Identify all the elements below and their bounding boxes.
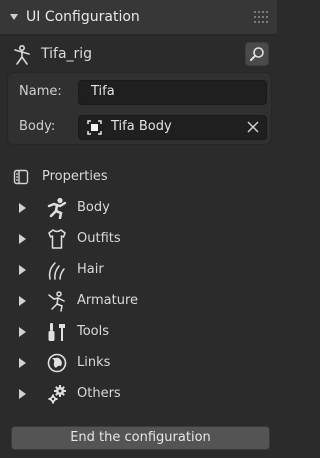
expand-arrow-icon[interactable] bbox=[18, 296, 26, 306]
hair-icon bbox=[48, 262, 65, 280]
object-icon bbox=[87, 120, 102, 135]
properties-label: Properties bbox=[42, 169, 108, 184]
section-links[interactable]: Links bbox=[0, 349, 277, 377]
expand-arrow-icon[interactable] bbox=[18, 389, 26, 399]
rig-name: Tifa_rig bbox=[41, 46, 93, 62]
section-label: Tools bbox=[77, 324, 110, 339]
tools-icon bbox=[48, 323, 65, 341]
section-label: Links bbox=[77, 355, 111, 370]
section-hair[interactable]: Hair bbox=[0, 256, 277, 284]
name-field[interactable]: Tifa bbox=[78, 80, 267, 105]
caret-down-icon[interactable] bbox=[9, 12, 19, 22]
gears-icon bbox=[48, 385, 66, 404]
properties-header: Properties bbox=[0, 166, 277, 188]
expand-arrow-icon[interactable] bbox=[18, 234, 26, 244]
shirt-icon bbox=[48, 229, 66, 249]
section-label: Hair bbox=[77, 262, 104, 277]
properties-icon bbox=[13, 169, 29, 185]
name-value: Tifa bbox=[91, 84, 115, 99]
section-label: Others bbox=[77, 386, 121, 401]
links-globe-icon bbox=[47, 353, 67, 373]
body-label: Body: bbox=[19, 119, 56, 134]
close-icon[interactable] bbox=[247, 121, 259, 133]
section-label: Outfits bbox=[77, 231, 121, 246]
expand-arrow-icon[interactable] bbox=[18, 203, 26, 213]
section-armature[interactable]: Armature bbox=[0, 287, 277, 315]
body-value: Tifa Body bbox=[111, 119, 172, 134]
config-box: Name: Tifa Body: Tifa Body bbox=[7, 72, 272, 145]
search-button[interactable] bbox=[245, 42, 269, 66]
drag-grip-icon[interactable] bbox=[254, 11, 268, 23]
armature-icon bbox=[48, 291, 65, 312]
section-body[interactable]: Body bbox=[0, 194, 277, 222]
section-others[interactable]: Others bbox=[0, 380, 277, 408]
expand-arrow-icon[interactable] bbox=[18, 265, 26, 275]
section-label: Armature bbox=[77, 293, 139, 308]
section-label: Body bbox=[77, 200, 110, 215]
panel-title: UI Configuration bbox=[26, 9, 140, 25]
expand-arrow-icon[interactable] bbox=[18, 358, 26, 368]
panel-header[interactable]: UI Configuration bbox=[0, 0, 277, 35]
end-configuration-button[interactable]: End the configuration bbox=[11, 426, 270, 450]
expand-arrow-icon[interactable] bbox=[18, 327, 26, 337]
body-pose-icon bbox=[47, 197, 67, 219]
armature-icon bbox=[14, 44, 30, 65]
section-outfits[interactable]: Outfits bbox=[0, 225, 277, 253]
rig-row: Tifa_rig bbox=[0, 40, 277, 70]
name-label: Name: bbox=[19, 84, 62, 99]
eyedropper-search-icon bbox=[250, 47, 264, 61]
body-field[interactable]: Tifa Body bbox=[78, 115, 267, 140]
section-tools[interactable]: Tools bbox=[0, 318, 277, 346]
